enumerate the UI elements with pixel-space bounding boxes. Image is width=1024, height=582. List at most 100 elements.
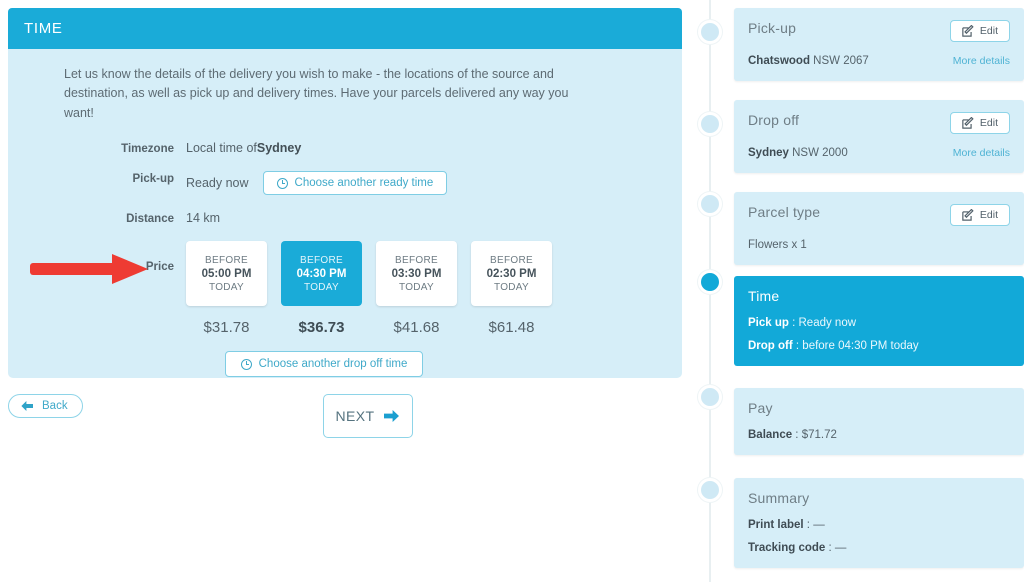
price-card-day: TODAY	[493, 281, 530, 293]
timeline-card-line1: Chatswood NSW 2067	[748, 55, 869, 67]
back-button[interactable]: Back	[8, 394, 83, 418]
price-option: BEFORE 03:30 PM TODAY $41.68	[376, 241, 457, 336]
timezone-label: Timezone	[121, 143, 174, 156]
timeline-card-body: Balance : $71.72	[748, 429, 1010, 441]
choose-dropoff-time-button[interactable]: Choose another drop off time	[224, 351, 424, 378]
timeline-card: Parcel type Edit Flowers x 1	[734, 192, 1024, 265]
timeline-card: Time Pick up : Ready now Drop off : before…	[734, 276, 1024, 366]
price-card-day: TODAY	[303, 281, 340, 293]
price-card-amount: $41.68	[393, 319, 440, 337]
timeline-card-line1-rest: NSW 2067	[809, 55, 869, 67]
timeline-card: Pick-up Edit Chatswood NSW 2067 More detail…	[734, 8, 1024, 81]
timeline-card-line1-bold: Sydney	[748, 147, 789, 159]
timeline-card-head: Time	[748, 288, 1010, 304]
timeline-card-head: Summary	[748, 490, 1010, 506]
price-card-time: 02:30 PM	[486, 267, 537, 280]
edit-button[interactable]: Edit	[949, 204, 1010, 226]
back-button-label: Back	[42, 400, 68, 412]
timezone-row: Timezone Local time of Sydney	[8, 141, 682, 155]
timeline-card-body: Chatswood NSW 2067 More details	[748, 55, 1010, 67]
timeline-card-line1-rest: : $71.72	[792, 429, 837, 441]
timeline-card-line2-bold: Tracking code	[748, 542, 826, 554]
timeline-card-line2-rest: : —	[825, 542, 847, 554]
timeline-card-body: Sydney NSW 2000 More details	[748, 147, 1010, 159]
timeline-card-line2-rest: : before 04:30 PM today	[792, 340, 919, 352]
price-option-card[interactable]: BEFORE 05:00 PM TODAY	[186, 241, 267, 307]
timeline-step-dot[interactable]	[698, 20, 722, 44]
choose-dropoff-time-label: Choose another drop off time	[258, 358, 408, 371]
timeline-card-line1-rest: Flowers x 1	[748, 239, 807, 251]
price-option: BEFORE 04:30 PM TODAY $36.73	[281, 241, 362, 336]
timeline-card-line1: Print label : —	[748, 519, 825, 531]
price-card-amount: $31.78	[203, 319, 250, 337]
timeline-step-dot[interactable]	[698, 112, 722, 136]
timeline-card-body: Print label : —	[748, 519, 1010, 531]
price-option-card[interactable]: BEFORE 02:30 PM TODAY	[471, 241, 552, 307]
price-card-time: 04:30 PM	[296, 267, 347, 280]
timeline-card-line1: Balance : $71.72	[748, 429, 837, 441]
choose-ready-time-button[interactable]: Choose another ready time	[262, 171, 448, 196]
pickup-value-group: Ready now Choose another ready time	[186, 171, 448, 196]
timeline-step-dot[interactable]	[698, 385, 722, 409]
time-step-panel: TIME Let us know the details of the deli…	[8, 8, 682, 378]
timeline-card-head: Drop off Edit	[748, 112, 1010, 134]
timeline-card: Summary Print label : — Tracking code : —	[734, 478, 1024, 568]
timeline-card-line1-bold: Pick up	[748, 317, 789, 329]
more-details-link[interactable]: More details	[953, 55, 1010, 67]
timeline-card-line1-bold: Print label	[748, 519, 804, 531]
price-card-before: BEFORE	[490, 254, 533, 266]
timeline-step-dot[interactable]	[698, 192, 722, 216]
timeline-card: Pay Balance : $71.72	[734, 388, 1024, 455]
price-option-card[interactable]: BEFORE 03:30 PM TODAY	[376, 241, 457, 307]
timezone-prefix: Local time of	[186, 141, 257, 156]
form-rows: Timezone Local time of Sydney Pick-up Re…	[8, 123, 682, 378]
timeline-step-dot[interactable]	[698, 270, 722, 294]
timezone-value: Local time of Sydney	[186, 141, 301, 155]
distance-label: Distance	[126, 213, 174, 226]
edit-button[interactable]: Edit	[949, 20, 1010, 42]
arrow-right-icon	[384, 410, 400, 422]
timeline-card-head: Pay	[748, 400, 1010, 416]
timeline-card-title: Pay	[748, 400, 773, 416]
timeline-card-line2: Drop off : before 04:30 PM today	[748, 340, 1010, 352]
pencil-edit-icon	[962, 209, 974, 221]
pencil-edit-icon	[962, 25, 974, 37]
price-option-card[interactable]: BEFORE 04:30 PM TODAY	[281, 241, 362, 307]
page-title: TIME	[24, 20, 63, 37]
timeline-card-line1-rest: NSW 2000	[788, 147, 848, 159]
price-card-before: BEFORE	[205, 254, 248, 266]
timeline-card: Drop off Edit Sydney NSW 2000 More details	[734, 100, 1024, 173]
timeline-card-title: Pick-up	[748, 20, 797, 36]
clock-icon	[276, 177, 288, 189]
edit-button[interactable]: Edit	[949, 112, 1010, 134]
edit-button-label: Edit	[979, 25, 998, 37]
pickup-value: Ready now	[186, 176, 249, 191]
timeline-card-line1: Sydney NSW 2000	[748, 147, 848, 159]
dropoff-button-row: Choose another drop off time	[186, 351, 552, 378]
panel-header: TIME	[8, 8, 682, 49]
price-card-day: TODAY	[398, 281, 435, 293]
timeline-card-line1-bold: Balance	[748, 429, 793, 441]
edit-button-label: Edit	[979, 209, 998, 221]
choose-ready-time-label: Choose another ready time	[294, 177, 434, 190]
more-details-link[interactable]: More details	[953, 147, 1010, 159]
timeline-card-body: Flowers x 1	[748, 239, 1010, 251]
timeline-card-line1-rest: : —	[803, 519, 825, 531]
next-button[interactable]: NEXT	[323, 394, 413, 438]
timeline-card-head: Pick-up Edit	[748, 20, 1010, 42]
timeline-step-dot[interactable]	[698, 478, 722, 502]
edit-button-label: Edit	[979, 117, 998, 129]
timeline-card-line1-rest: : Ready now	[788, 317, 857, 329]
price-option: BEFORE 05:00 PM TODAY $31.78	[186, 241, 267, 336]
price-card-amount: $36.73	[298, 319, 345, 337]
price-card-before: BEFORE	[300, 254, 343, 266]
pickup-label: Pick-up	[132, 173, 174, 186]
price-card-time: 03:30 PM	[391, 267, 442, 280]
timeline-card-title: Time	[748, 288, 780, 304]
page-root: TIME Let us know the details of the deli…	[0, 0, 1024, 582]
price-card-day: TODAY	[208, 281, 245, 293]
timeline-card-line2: Tracking code : —	[748, 542, 1010, 554]
red-arrow-annotation	[30, 254, 148, 284]
price-card-list: BEFORE 05:00 PM TODAY $31.78 BEFORE 04:30 PM T…	[186, 241, 552, 336]
timeline-card-title: Drop off	[748, 112, 800, 128]
